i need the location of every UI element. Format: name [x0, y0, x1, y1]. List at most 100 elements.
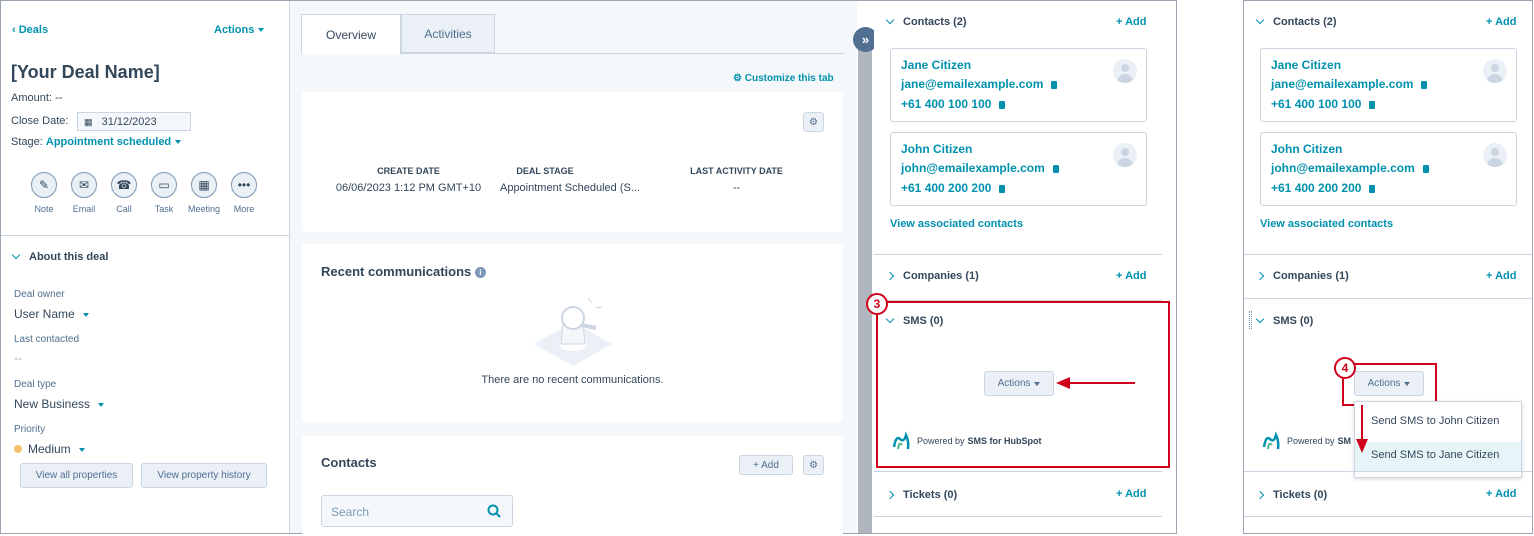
contact-email[interactable]: jane@emailexample.com — [901, 77, 1058, 91]
divider — [874, 516, 1162, 517]
tab-overview-label: Overview — [325, 27, 376, 42]
tab-overview[interactable]: Overview — [301, 14, 401, 54]
task-button[interactable]: ▭ — [151, 172, 177, 198]
fr-contacts-add-link[interactable]: + Add — [1486, 16, 1516, 28]
email-icon: ✉ — [78, 178, 90, 192]
copy-icon[interactable] — [1422, 164, 1429, 173]
email-button[interactable]: ✉ — [71, 172, 97, 198]
note-label: Note — [34, 204, 54, 214]
deal-type-dropdown[interactable]: New Business — [14, 397, 105, 411]
tab-activities[interactable]: Activities — [401, 14, 495, 53]
fr-powered-by: Powered by SM — [1262, 431, 1351, 451]
fr-sms-title: SMS (0) — [1273, 315, 1314, 327]
customize-tab-link[interactable]: ⚙ Customize this tab — [733, 73, 834, 84]
meeting-button[interactable]: ▦ — [191, 172, 217, 198]
drag-handle-icon[interactable] — [1249, 311, 1252, 329]
copy-icon[interactable] — [1369, 184, 1376, 193]
view-associated-contacts-link[interactable]: View associated contacts — [890, 218, 1023, 230]
tickets-section-toggle[interactable]: Tickets (0) — [885, 489, 957, 501]
contact-phone[interactable]: +61 400 100 100 — [901, 97, 1006, 111]
contacts-section-toggle[interactable]: Contacts (2) — [885, 15, 967, 28]
gear-icon: ⚙ — [809, 459, 818, 471]
fr-companies-section-toggle[interactable]: Companies (1) — [1255, 270, 1349, 282]
chevron-right-icon — [885, 490, 895, 500]
copy-icon[interactable] — [1052, 164, 1059, 173]
red-arrow-down-annotation — [1356, 405, 1368, 453]
info-icon[interactable]: i — [474, 267, 486, 279]
actions-menu-button[interactable]: Actions — [214, 24, 265, 36]
companies-section-toggle[interactable]: Companies (1) — [885, 270, 979, 282]
stage-value: Appointment scheduled — [45, 136, 172, 148]
deal-owner-label: Deal owner — [14, 289, 65, 300]
sms-actions-button[interactable]: Actions — [984, 371, 1054, 396]
fr-powered-prefix: Powered by — [1287, 436, 1335, 446]
priority-dropdown[interactable]: Medium — [14, 442, 85, 456]
sms-section-toggle[interactable]: SMS (0) — [885, 314, 943, 327]
contact-phone[interactable]: +61 400 200 200 — [1271, 181, 1376, 195]
fr-powered-brand: SM — [1337, 436, 1352, 446]
search-placeholder: Search — [331, 505, 370, 519]
contact-name[interactable]: Jane Citizen — [901, 58, 971, 72]
more-button[interactable]: ••• — [231, 172, 257, 198]
task-icon: ▭ — [158, 178, 170, 192]
view-all-properties-button[interactable]: View all properties — [20, 463, 133, 488]
contact-card-jane[interactable]: Jane Citizen jane@emailexample.com +61 4… — [890, 48, 1147, 122]
middle-scrollbar[interactable] — [858, 40, 872, 533]
avatar — [1483, 143, 1507, 167]
search-icon — [487, 504, 501, 518]
amount-row: Amount: -- — [11, 92, 62, 104]
double-chevron-right-icon: » — [861, 32, 870, 47]
fr-tickets-add-link[interactable]: + Add — [1486, 488, 1516, 500]
contacts-add-link[interactable]: + Add — [1116, 16, 1146, 28]
contact-phone[interactable]: +61 400 100 100 — [1271, 97, 1376, 111]
recent-title-text: Recent communications — [321, 264, 472, 279]
stage-dropdown[interactable]: Appointment scheduled — [45, 136, 182, 148]
sms-for-hubspot-logo-icon — [892, 431, 910, 450]
fr-view-associated-contacts-link[interactable]: View associated contacts — [1260, 218, 1393, 230]
stats-card — [302, 92, 843, 232]
deal-owner-dropdown[interactable]: User Name — [14, 307, 89, 321]
middle-contacts-add-button[interactable]: + Add — [739, 455, 793, 475]
note-button[interactable]: ✎ — [31, 172, 57, 198]
send-sms-jane-menu-item[interactable]: Send SMS to Jane Citizen — [1355, 442, 1521, 472]
middle-contacts-title: Contacts — [321, 455, 377, 470]
view-property-history-button[interactable]: View property history — [141, 463, 267, 488]
red-arrow-annotation — [1056, 377, 1135, 389]
fr-companies-add-link[interactable]: + Add — [1486, 270, 1516, 282]
about-section-toggle[interactable]: About this deal — [11, 250, 108, 263]
contact-phone[interactable]: +61 400 200 200 — [901, 181, 1006, 195]
contact-name[interactable]: John Citizen — [1271, 142, 1342, 156]
close-date-input[interactable]: ▦ 31/12/2023 — [77, 112, 191, 131]
contacts-search-input[interactable]: Search — [321, 495, 513, 527]
middle-contacts-settings-button[interactable]: ⚙ — [803, 455, 824, 475]
fr-contact-card-john[interactable]: John Citizen john@emailexample.com +61 4… — [1260, 132, 1517, 206]
divider — [1, 235, 289, 236]
contact-email[interactable]: john@emailexample.com — [1271, 161, 1429, 175]
contact-name[interactable]: Jane Citizen — [1271, 58, 1341, 72]
stats-settings-button[interactable]: ⚙ — [803, 112, 824, 132]
copy-icon[interactable] — [1369, 100, 1376, 109]
avatar — [1113, 143, 1137, 167]
fr-contact-card-jane[interactable]: Jane Citizen jane@emailexample.com +61 4… — [1260, 48, 1517, 122]
copy-icon[interactable] — [999, 100, 1006, 109]
last-contacted-label: Last contacted — [14, 334, 80, 345]
call-icon: ☎ — [116, 178, 132, 192]
fr-contacts-section-toggle[interactable]: Contacts (2) — [1255, 15, 1337, 28]
copy-icon[interactable] — [1051, 80, 1058, 89]
copy-icon[interactable] — [999, 184, 1006, 193]
companies-add-link[interactable]: + Add — [1116, 270, 1146, 282]
priority-dot-icon — [14, 445, 22, 453]
fr-sms-section-toggle[interactable]: SMS (0) — [1255, 314, 1314, 327]
call-button[interactable]: ☎ — [111, 172, 137, 198]
contact-card-john[interactable]: John Citizen john@emailexample.com +61 4… — [890, 132, 1147, 206]
back-to-deals-link[interactable]: ‹ Deals — [12, 24, 48, 36]
copy-icon[interactable] — [1421, 80, 1428, 89]
last-contacted-value: -- — [14, 351, 22, 365]
contact-name[interactable]: John Citizen — [901, 142, 972, 156]
fr-tickets-section-toggle[interactable]: Tickets (0) — [1255, 489, 1327, 501]
chevron-down-icon — [885, 15, 895, 25]
contact-email[interactable]: jane@emailexample.com — [1271, 77, 1428, 91]
tickets-add-link[interactable]: + Add — [1116, 488, 1146, 500]
contact-email[interactable]: john@emailexample.com — [901, 161, 1059, 175]
send-sms-john-menu-item[interactable]: Send SMS to John Citizen — [1355, 410, 1521, 436]
